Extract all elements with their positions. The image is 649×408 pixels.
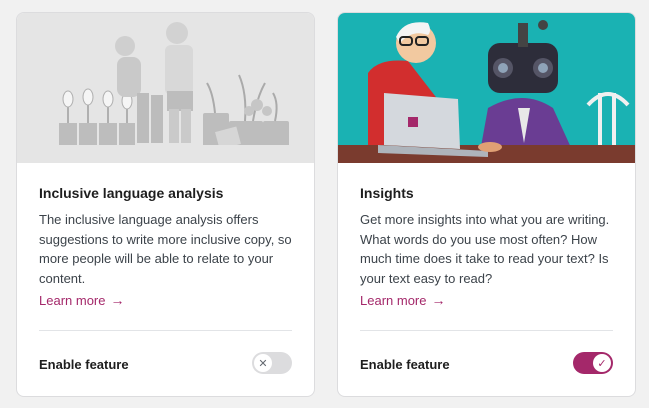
card-description: Get more insights into what you are writ… <box>360 212 610 286</box>
learn-more-link[interactable]: Learn more → <box>360 292 445 308</box>
arrow-right-icon: → <box>431 292 446 308</box>
divider <box>39 330 292 331</box>
feature-card-insights: Insights Get more insights into what you… <box>337 12 636 397</box>
card-title: Insights <box>360 185 414 201</box>
feature-card-inclusive-language: Inclusive language analysis The inclusiv… <box>16 12 315 397</box>
enable-feature-label: Enable feature <box>360 357 450 372</box>
card-description: The inclusive language analysis offers s… <box>39 212 292 286</box>
inclusive-language-illustration <box>17 13 314 163</box>
enable-feature-label: Enable feature <box>39 357 129 372</box>
arrow-right-icon: → <box>110 292 125 308</box>
insights-illustration <box>338 13 635 163</box>
enable-feature-toggle[interactable]: ✓ <box>573 352 613 374</box>
divider <box>360 330 613 331</box>
learn-more-link[interactable]: Learn more → <box>39 292 124 308</box>
card-title: Inclusive language analysis <box>39 185 224 201</box>
learn-more-label: Learn more <box>360 292 427 308</box>
checkmark-icon: ✓ <box>593 354 611 372</box>
enable-feature-toggle[interactable]: ✕ <box>252 352 292 374</box>
learn-more-label: Learn more <box>39 292 106 308</box>
close-icon: ✕ <box>254 354 272 372</box>
